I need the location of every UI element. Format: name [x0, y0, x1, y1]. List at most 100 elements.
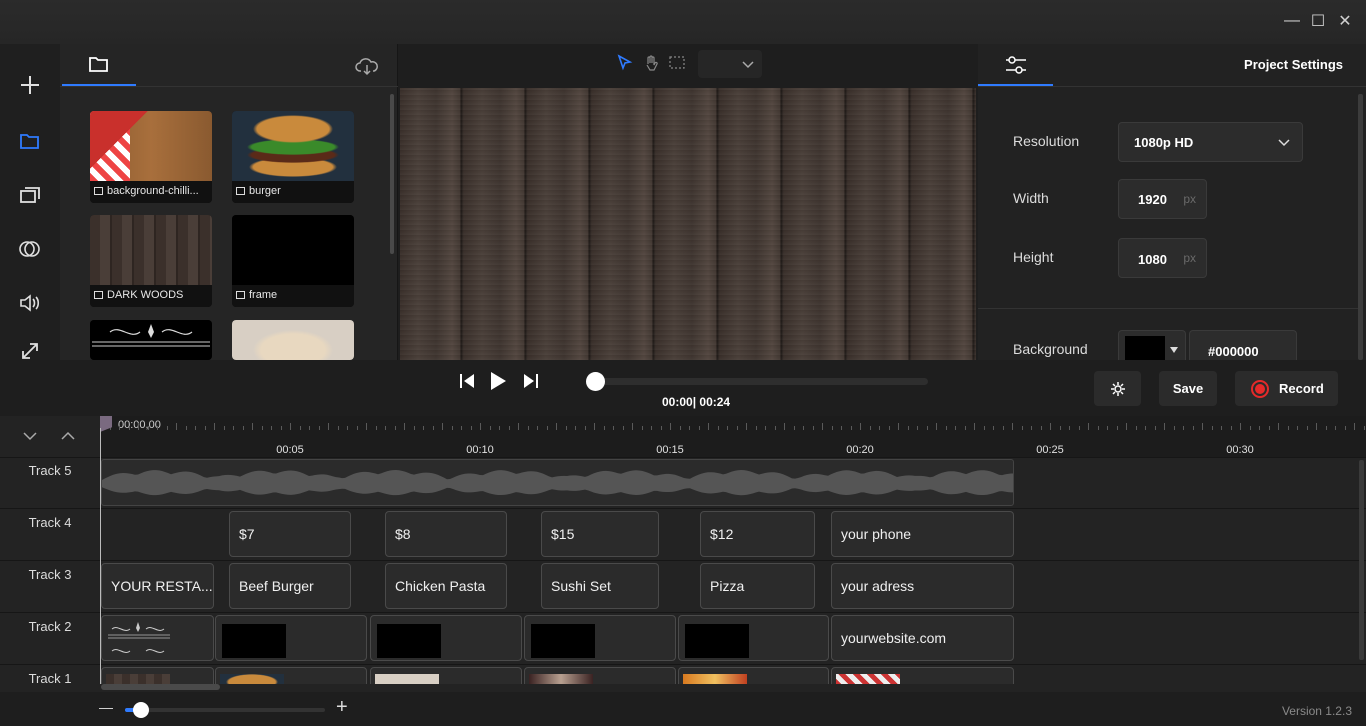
ruler-tick — [841, 426, 842, 430]
timeline-scrollbar[interactable] — [101, 684, 220, 690]
ruler-tick — [1059, 426, 1061, 430]
clip[interactable] — [831, 667, 1014, 684]
ruler-tick — [1021, 426, 1023, 430]
timeline-vertical-scrollbar[interactable] — [1359, 460, 1364, 660]
clip[interactable] — [370, 667, 522, 684]
save-button[interactable]: Save — [1159, 371, 1217, 406]
clip[interactable] — [524, 615, 676, 661]
ruler-tick — [233, 426, 234, 430]
minimize-button[interactable]: — — [1283, 12, 1301, 30]
width-field[interactable]: 1920 px — [1118, 179, 1207, 219]
ruler-tick — [613, 426, 614, 430]
background-color-picker[interactable] — [1118, 330, 1186, 361]
ruler-tick — [860, 423, 861, 430]
close-button[interactable]: ✕ — [1336, 12, 1354, 30]
ruler-tick — [309, 426, 310, 430]
ruler-tick — [252, 423, 253, 430]
clip[interactable] — [101, 667, 214, 684]
collapse-tracks-button[interactable] — [22, 429, 38, 444]
ruler-tick — [195, 426, 196, 430]
tab-settings[interactable] — [1004, 54, 1028, 79]
clip-thumbnail — [220, 674, 284, 684]
clip[interactable] — [678, 615, 829, 661]
media-item[interactable]: frame — [232, 215, 354, 307]
ruler-tick — [385, 426, 386, 430]
preview-canvas[interactable] — [400, 88, 976, 360]
media-scrollbar[interactable] — [390, 94, 394, 254]
time-ruler[interactable]: 00:00,00 00:05 00:10 00:15 00:20 00:25 00:30 — [100, 416, 1366, 457]
ruler-tick — [670, 423, 671, 430]
clip[interactable]: Chicken Pasta — [385, 563, 507, 609]
audio-clip[interactable] — [101, 459, 1014, 506]
zoom-slider-handle[interactable] — [133, 702, 149, 718]
record-button[interactable]: Record — [1235, 371, 1338, 406]
clip[interactable]: Sushi Set — [541, 563, 659, 609]
clip[interactable] — [678, 667, 829, 684]
clip[interactable]: YOUR RESTA... — [101, 563, 214, 609]
transitions-button[interactable] — [16, 235, 44, 263]
layers-button[interactable] — [16, 181, 44, 209]
clip[interactable]: $15 — [541, 511, 659, 557]
height-value: 1080 — [1138, 252, 1167, 267]
clip-thumbnail — [106, 674, 170, 684]
ruler-tick — [138, 423, 139, 430]
select-rect-tool[interactable] — [668, 54, 686, 75]
height-field[interactable]: 1080 px — [1118, 238, 1207, 278]
skip-forward-button[interactable] — [520, 372, 540, 393]
waveform-icon — [102, 470, 1013, 496]
audio-button[interactable] — [16, 289, 44, 317]
media-item[interactable]: burger — [232, 111, 354, 203]
clip[interactable] — [370, 615, 522, 661]
ruler-tick — [1002, 426, 1004, 430]
tab-cloud-import[interactable] — [355, 56, 379, 79]
ruler-tick — [119, 426, 120, 430]
media-library-button[interactable] — [16, 127, 44, 155]
clip[interactable] — [215, 615, 367, 661]
zoom-select[interactable] — [698, 50, 762, 78]
zoom-slider[interactable] — [125, 702, 325, 718]
background-hex-field[interactable]: #000000 — [1189, 330, 1297, 360]
play-button[interactable] — [488, 370, 508, 395]
clip[interactable]: your adress — [831, 563, 1014, 609]
ruler-label: 00:25 — [1036, 444, 1064, 456]
clip[interactable]: yourwebsite.com — [831, 615, 1014, 661]
chevron-down-icon — [1278, 139, 1290, 147]
add-button[interactable] — [16, 71, 44, 99]
hand-tool[interactable] — [642, 54, 660, 75]
seek-bar[interactable] — [586, 372, 928, 391]
media-item[interactable]: DARK WOODS — [90, 215, 212, 307]
media-item[interactable]: background-chilli... — [90, 111, 212, 203]
clip[interactable] — [215, 667, 367, 684]
width-label: Width — [1013, 190, 1049, 206]
maximize-button[interactable]: ☐ — [1309, 12, 1327, 30]
clip[interactable]: your phone — [831, 511, 1014, 557]
select-rect-icon — [669, 56, 685, 69]
ruler-tick — [774, 426, 776, 430]
media-panel: background-chilli... burger DARK WOODS f… — [60, 44, 398, 360]
pointer-tool[interactable] — [616, 54, 634, 75]
media-item[interactable] — [90, 320, 212, 360]
export-button[interactable] — [16, 342, 44, 360]
expand-tracks-button[interactable] — [60, 429, 76, 444]
clip[interactable]: $8 — [385, 511, 507, 557]
ruler-tick — [347, 426, 348, 430]
tab-local-media[interactable] — [88, 55, 110, 76]
settings-button[interactable] — [1094, 371, 1141, 406]
skip-back-button[interactable] — [458, 372, 478, 393]
zoom-in-button[interactable]: + — [336, 696, 348, 719]
ruler-tick — [1221, 426, 1222, 430]
ruler-tick — [1287, 426, 1289, 430]
clip[interactable]: Beef Burger — [229, 563, 351, 609]
clip[interactable]: $7 — [229, 511, 351, 557]
zoom-out-button[interactable]: — — [99, 699, 113, 715]
clip[interactable]: Pizza — [700, 563, 815, 609]
clip[interactable]: $12 — [700, 511, 815, 557]
seek-handle[interactable] — [586, 372, 605, 391]
properties-scrollbar[interactable] — [1358, 94, 1363, 360]
media-item[interactable] — [232, 320, 354, 360]
clip[interactable] — [524, 667, 676, 684]
ruler-tick — [489, 426, 491, 430]
resolution-select[interactable]: 1080p HD — [1118, 122, 1303, 162]
divider — [978, 308, 1358, 309]
clip[interactable] — [101, 615, 214, 661]
